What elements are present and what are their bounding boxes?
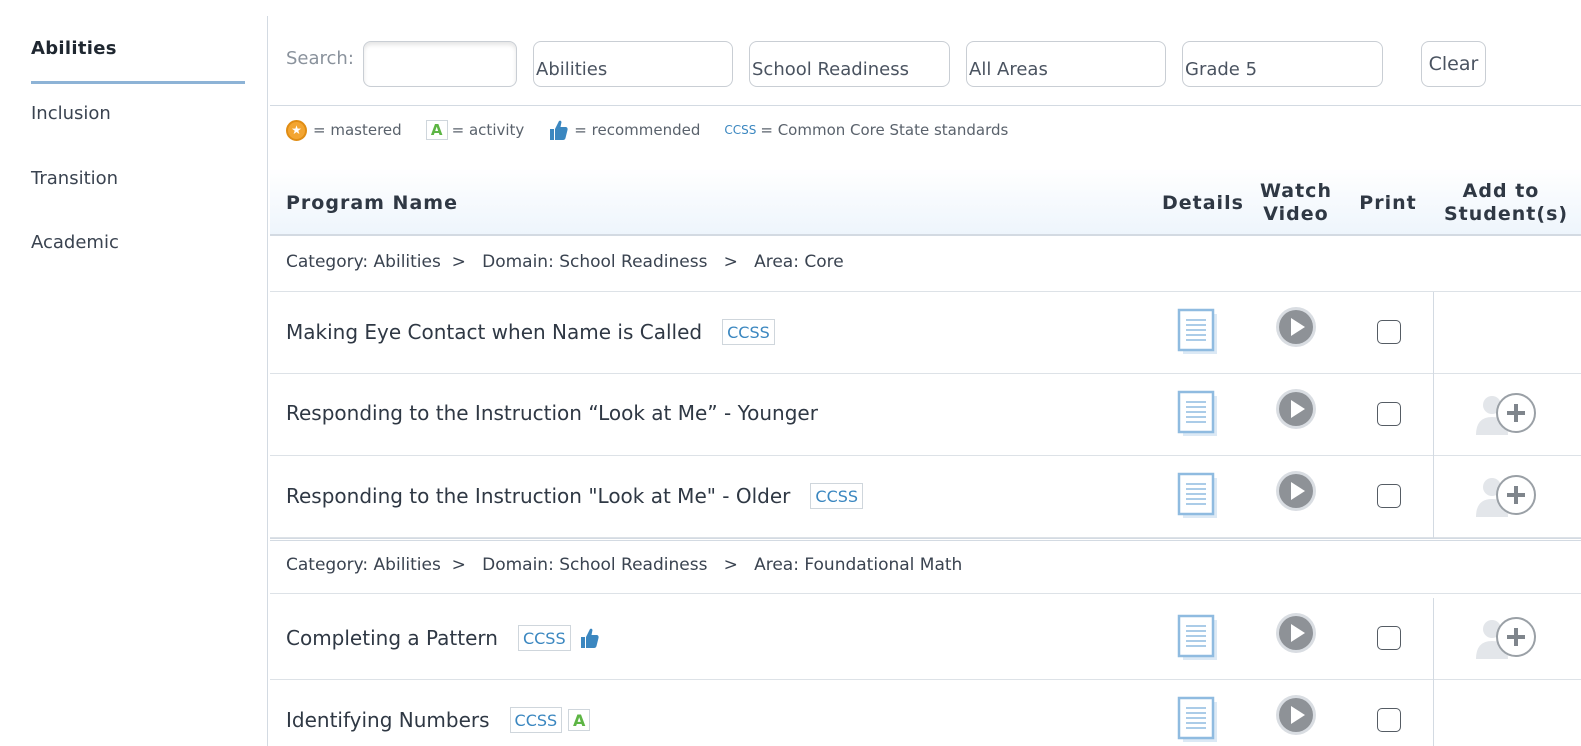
play-circle-icon[interactable] bbox=[1275, 470, 1317, 514]
category-row: Category: Abilities > Domain: School Rea… bbox=[270, 538, 1581, 594]
program-link[interactable]: Responding to the Instruction “Look at M… bbox=[286, 401, 818, 425]
header-details: Details bbox=[1162, 192, 1244, 214]
header-add-line2: Student(s) bbox=[1444, 203, 1569, 225]
add-student-icon[interactable] bbox=[1472, 393, 1542, 439]
header-program-name[interactable]: Program Name bbox=[286, 192, 458, 215]
sidebar-item-academic[interactable]: Academic bbox=[31, 232, 119, 253]
program-name: Responding to the Instruction "Look at M… bbox=[286, 483, 864, 509]
star-icon: ★ bbox=[286, 119, 307, 141]
sidebar-item-abilities[interactable]: Abilities bbox=[31, 38, 117, 59]
add-column-divider bbox=[1433, 598, 1434, 680]
table-row: Identifying Numbers CCSS A bbox=[270, 680, 1581, 746]
ccss-icon: CCSS bbox=[724, 123, 757, 137]
clear-button[interactable]: Clear bbox=[1421, 41, 1486, 87]
play-circle-icon[interactable] bbox=[1275, 612, 1317, 656]
add-column-divider bbox=[1433, 680, 1434, 746]
header-add-line1: Add to bbox=[1462, 180, 1540, 202]
legend-mastered: = mastered bbox=[313, 121, 402, 139]
print-checkbox[interactable] bbox=[1377, 320, 1401, 344]
add-column-divider bbox=[1433, 374, 1434, 456]
category-filter[interactable] bbox=[533, 41, 733, 87]
thumbs-up-icon bbox=[580, 628, 599, 648]
ccss-badge[interactable]: CCSS bbox=[810, 483, 864, 509]
document-icon[interactable] bbox=[1177, 696, 1221, 744]
play-circle-icon[interactable] bbox=[1275, 388, 1317, 432]
program-link[interactable]: Completing a Pattern bbox=[286, 626, 498, 650]
sidebar-item-inclusion[interactable]: Inclusion bbox=[31, 103, 111, 124]
print-checkbox[interactable] bbox=[1377, 402, 1401, 426]
print-checkbox[interactable] bbox=[1377, 626, 1401, 650]
category-row: Category: Abilities > Domain: School Rea… bbox=[270, 236, 1581, 292]
add-column-divider bbox=[1433, 456, 1434, 538]
search-label: Search: bbox=[286, 48, 354, 69]
play-circle-icon[interactable] bbox=[1275, 306, 1317, 350]
header-add-to-students: Add to Student(s) bbox=[1444, 180, 1569, 226]
thumbs-up-icon bbox=[550, 120, 568, 140]
table-row: Making Eye Contact when Name is Called C… bbox=[270, 292, 1581, 374]
table-row: Responding to the Instruction “Look at M… bbox=[270, 374, 1581, 456]
sidebar-divider bbox=[267, 16, 268, 746]
category-path: Category: Abilities > Domain: School Rea… bbox=[286, 555, 963, 575]
activity-icon: A bbox=[425, 120, 448, 140]
ccss-badge[interactable]: CCSS bbox=[722, 319, 775, 345]
document-icon[interactable] bbox=[1177, 390, 1221, 438]
program-name: Completing a Pattern CCSS bbox=[286, 625, 599, 651]
sidebar-item-transition[interactable]: Transition bbox=[31, 168, 118, 189]
category-sidebar: Abilities Inclusion Transition Academic bbox=[0, 0, 268, 746]
program-name: Responding to the Instruction “Look at M… bbox=[286, 401, 818, 425]
category-path: Category: Abilities > Domain: School Rea… bbox=[286, 252, 844, 272]
active-tab-underline bbox=[31, 81, 245, 84]
main-panel: Search: Clear ★ = mastered A = activity … bbox=[270, 0, 1581, 746]
document-icon[interactable] bbox=[1177, 308, 1221, 356]
activity-icon[interactable]: A bbox=[568, 709, 591, 731]
add-column-divider bbox=[1433, 292, 1434, 374]
domain-filter[interactable] bbox=[749, 41, 950, 87]
legend: ★ = mastered A = activity = recommended … bbox=[286, 118, 1008, 142]
print-checkbox[interactable] bbox=[1377, 484, 1401, 508]
header-watch-video-line1: Watch bbox=[1260, 180, 1332, 202]
program-link[interactable]: Responding to the Instruction "Look at M… bbox=[286, 484, 790, 508]
ccss-badge[interactable]: CCSS bbox=[509, 707, 563, 733]
program-name: Identifying Numbers CCSS A bbox=[286, 707, 591, 733]
header-print: Print bbox=[1359, 192, 1417, 214]
table-row: Completing a Pattern CCSS bbox=[270, 598, 1581, 680]
legend-recommended: = recommended bbox=[574, 121, 701, 139]
ccss-badge[interactable]: CCSS bbox=[517, 625, 571, 651]
add-student-icon[interactable] bbox=[1472, 475, 1542, 521]
program-name: Making Eye Contact when Name is Called C… bbox=[286, 319, 775, 345]
search-input[interactable] bbox=[363, 41, 517, 87]
search-divider bbox=[270, 105, 1581, 106]
grade-filter[interactable] bbox=[1182, 41, 1383, 87]
header-watch-video: Watch Video bbox=[1256, 180, 1336, 226]
program-link[interactable]: Making Eye Contact when Name is Called bbox=[286, 320, 702, 344]
program-link[interactable]: Identifying Numbers bbox=[286, 708, 490, 732]
header-watch-video-line2: Video bbox=[1263, 203, 1329, 225]
document-icon[interactable] bbox=[1177, 472, 1221, 520]
print-checkbox[interactable] bbox=[1377, 708, 1401, 732]
area-filter[interactable] bbox=[966, 41, 1166, 87]
table-header: Program Name Details Watch Video Print A… bbox=[270, 168, 1581, 236]
table-row: Responding to the Instruction "Look at M… bbox=[270, 456, 1581, 538]
legend-activity: = activity bbox=[451, 121, 525, 139]
play-circle-icon[interactable] bbox=[1275, 694, 1317, 738]
add-student-icon[interactable] bbox=[1472, 617, 1542, 663]
legend-ccss: = Common Core State standards bbox=[760, 121, 1009, 139]
document-icon[interactable] bbox=[1177, 614, 1221, 662]
